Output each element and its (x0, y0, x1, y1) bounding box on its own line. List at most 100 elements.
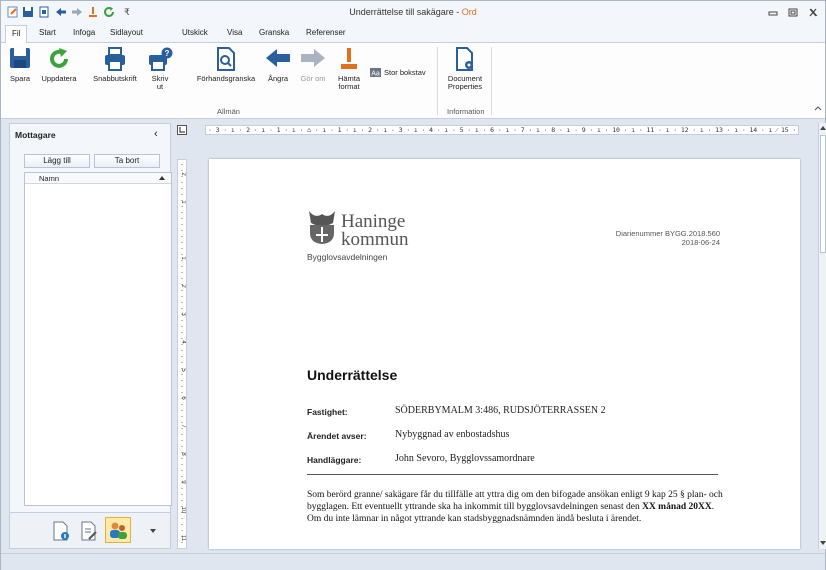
add-button[interactable]: Lägg till (24, 154, 90, 168)
diarie-number: Diarienummer BYGG.2018.560 (615, 229, 720, 238)
tab-references[interactable]: Referenser (306, 28, 346, 37)
redo-label: Gör om (300, 74, 326, 83)
svg-text:?: ? (165, 49, 170, 58)
column-header-label: Namn (39, 174, 60, 183)
refresh-label: Uppdatera (41, 74, 77, 83)
print-button[interactable]: ? Skriv ut (146, 45, 174, 95)
recipients-list[interactable]: Namn (24, 172, 172, 506)
capitalize-label: Stor bokstav (384, 68, 426, 77)
horizontal-ruler[interactable]: · 3 · ı · 2 · ı · 1 · ı · ⌂ · ı · 1 · ı … (205, 125, 799, 135)
print-preview-button[interactable]: Förhandsgranska (186, 45, 266, 95)
format-painter-icon (341, 48, 357, 69)
window-title: Underrättelse till sakägare - Ord (1, 7, 825, 17)
print-preview-label: Förhandsgranska (196, 74, 256, 83)
save-label: Spara (9, 74, 30, 83)
haninge-crest-logo (309, 211, 335, 244)
horizontal-ruler-ticks: · 3 · ı · 2 · ı · 1 · ı · ⌂ · ı · 1 · ı … (208, 126, 798, 134)
document-info-icon[interactable] (52, 521, 70, 541)
quick-print-label: Snabbutskrift (93, 74, 137, 83)
scrollbar-thumb[interactable] (820, 135, 826, 253)
document-meta: Diarienummer BYGG.2018.560 2018-06-24 (616, 229, 720, 247)
minimize-icon[interactable] (767, 7, 779, 18)
field-label: Ärendet avser: (307, 431, 367, 441)
status-bar (1, 553, 825, 570)
document-area: · 3 · ı · 2 · ı · 1 · ı · ⌂ · ı · 1 · ı … (175, 123, 818, 549)
tab-stop-icon (179, 127, 185, 133)
vertical-ruler-number: 10 (180, 507, 186, 514)
close-icon[interactable] (807, 7, 819, 18)
tab-insert[interactable]: Infoga (73, 28, 95, 37)
title-bar: ₹ Underrättelse till sakägare - Ord (1, 1, 825, 25)
group-separator (437, 47, 438, 115)
panel-title-text: Mottagare (15, 130, 56, 140)
recipients-panel: Mottagare ‹ Lägg till Ta bort Namn (9, 123, 172, 549)
group-label-information: Information (447, 107, 485, 116)
logo-text-line2: kommun (341, 229, 409, 250)
vertical-ruler-ticks: 211234567891011 (180, 164, 186, 544)
more-views-icon[interactable] (150, 529, 156, 533)
vertical-ruler-number: 4 (180, 340, 186, 344)
quick-print-button[interactable]: Snabbutskrift (87, 45, 143, 95)
tab-mailings[interactable]: Utskick (182, 28, 208, 37)
document-date: 2018-06-24 (681, 238, 720, 247)
field-value: Nybyggnad av enbostadshus (395, 429, 510, 440)
ribbon-tabs: Fil Start Infoga Sidlayout Utskick Visa … (1, 25, 825, 43)
vertical-scrollbar[interactable] (818, 123, 826, 549)
collapse-panel-button[interactable]: ‹ (154, 128, 158, 140)
refresh-button[interactable]: Uppdatera (37, 45, 81, 95)
recipients-view-button[interactable] (105, 517, 131, 543)
document-page[interactable]: Haninge kommun Bygglovsavdelningen Diari… (209, 159, 800, 549)
vertical-ruler-number: 5 (180, 368, 186, 372)
tab-layout[interactable]: Sidlayout (110, 28, 143, 37)
undo-button[interactable]: Ångra (264, 45, 292, 95)
format-painter-button[interactable]: Hämta format (334, 45, 364, 95)
document-edit-icon[interactable] (80, 521, 98, 541)
print-label: Skriv ut (151, 74, 169, 91)
collapse-ribbon-icon[interactable] (814, 105, 822, 111)
print-help-icon: ? (149, 47, 173, 71)
people-icon (110, 522, 127, 539)
vertical-ruler-number: 2 (180, 172, 186, 176)
scroll-up-icon[interactable] (820, 126, 826, 130)
undo-label: Ångra (267, 74, 288, 83)
field-label: Fastighet: (307, 407, 348, 417)
document-properties-button[interactable]: Document Properties (441, 45, 489, 95)
preview-icon (217, 47, 235, 71)
vertical-ruler-number: 1 (180, 256, 186, 260)
capitalize-icon: Aa (370, 68, 381, 77)
tab-view[interactable]: Visa (227, 28, 242, 37)
panel-view-switcher (10, 512, 170, 548)
body-paragraph: Som berörd granne/ sakägare får du tillf… (307, 489, 727, 525)
refresh-icon (50, 48, 68, 68)
capitalize-button[interactable]: Aa Stor bokstav (370, 67, 434, 79)
field-label: Handläggare: (307, 455, 362, 465)
vertical-ruler-number: 8 (180, 452, 186, 456)
format-painter-label: Hämta format (337, 74, 361, 91)
undo-arrow-icon (266, 49, 290, 67)
application-window: ₹ Underrättelse till sakägare - Ord Fil … (0, 0, 826, 570)
svg-text:Aa: Aa (371, 71, 380, 78)
document-properties-label: Document Properties (447, 74, 483, 91)
printer-icon (105, 47, 125, 71)
save-button[interactable]: Spara (3, 45, 37, 95)
tab-stop-selector[interactable] (177, 125, 187, 135)
remove-button[interactable]: Ta bort (94, 154, 160, 168)
vertical-ruler-number: 1 (180, 200, 186, 204)
redo-button[interactable]: Gör om (298, 45, 328, 95)
vertical-ruler[interactable]: 2 1 1 2 3 4 5 6 7 8 9 10 11 (177, 159, 187, 549)
title-separator: - (453, 7, 462, 17)
tab-review[interactable]: Granska (259, 28, 289, 37)
scroll-down-icon[interactable] (820, 541, 826, 545)
tab-start[interactable]: Start (39, 28, 56, 37)
vertical-ruler-number: 6 (180, 396, 186, 400)
maximize-icon[interactable] (787, 7, 799, 18)
sort-arrow-icon (159, 176, 165, 180)
field-value: SÖDERBYMALM 3:486, RUDSJÖTERRASSEN 2 (395, 405, 606, 416)
panel-title: Mottagare (10, 124, 170, 144)
redo-arrow-icon (301, 49, 325, 67)
vertical-ruler-number: 11 (180, 535, 186, 542)
column-header-name[interactable]: Namn (25, 173, 171, 184)
tab-file[interactable]: Fil (5, 25, 28, 43)
group-separator (491, 47, 492, 115)
floppy-disk-icon (10, 48, 30, 68)
